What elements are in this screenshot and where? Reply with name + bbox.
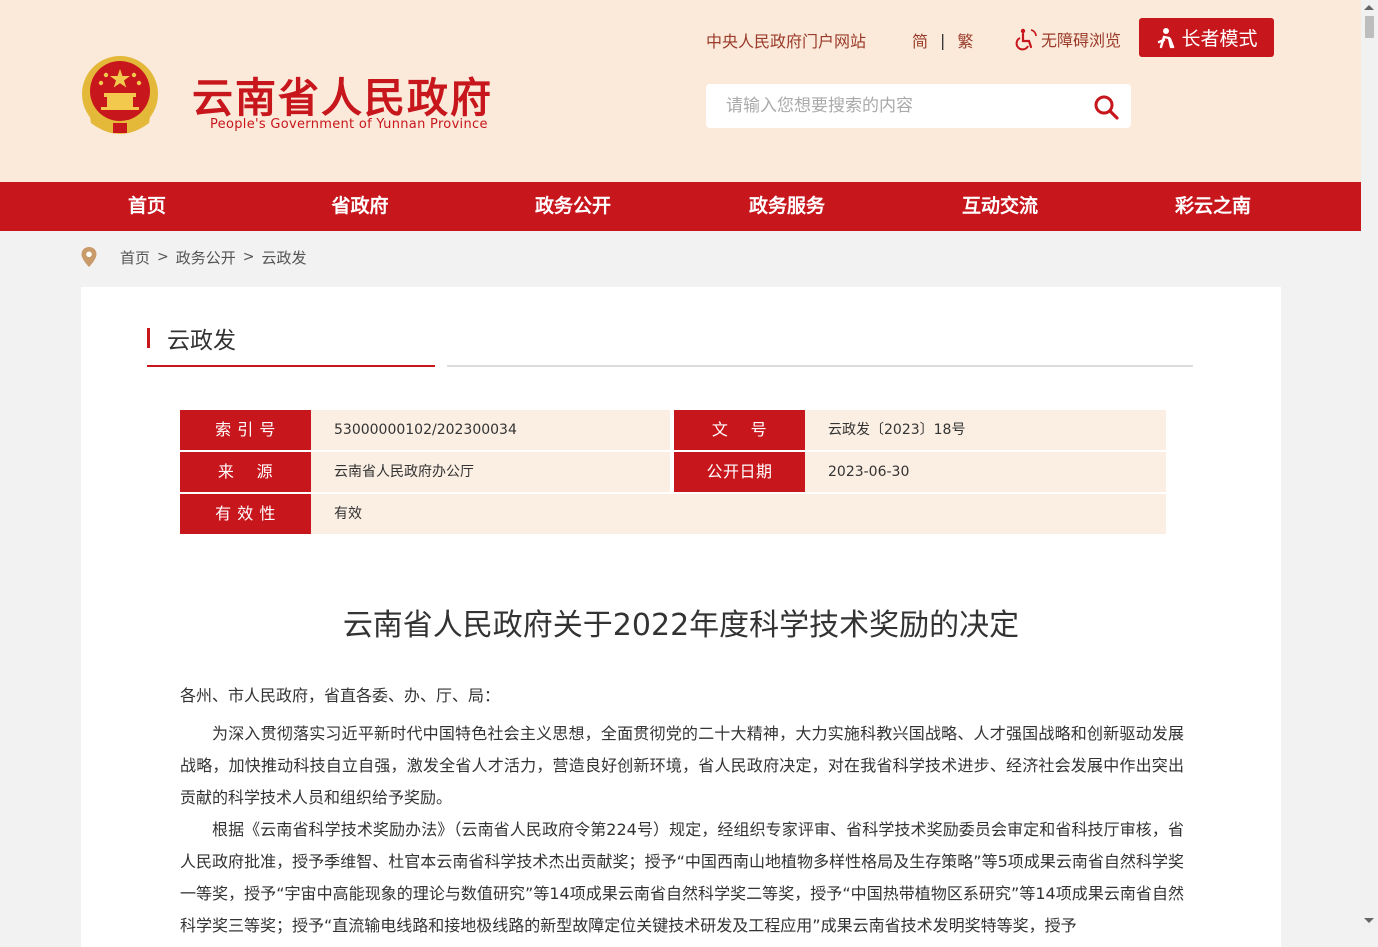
content-card: 云政发 索 引 号 53000000102/202300034 文 号 云政发〔… [81, 287, 1281, 947]
accessibility-label: 无障碍浏览 [1041, 31, 1122, 50]
meta-row: 索 引 号 53000000102/202300034 文 号 云政发〔2023… [180, 410, 1166, 450]
page-scrollbar[interactable] [1361, 0, 1378, 928]
publish-date-label: 公开日期 [674, 452, 805, 492]
meta-row: 来 源 云南省人民政府办公厅 公开日期 2023-06-30 [180, 452, 1166, 492]
site-header: 云南省人民政府 People's Government of Yunnan Pr… [0, 0, 1361, 182]
wheelchair-icon [1015, 28, 1037, 51]
breadcrumb-item-home[interactable]: 首页 [120, 247, 150, 268]
meta-row: 有 效 性 有效 [180, 494, 1166, 534]
publish-date-value: 2023-06-30 [805, 452, 1166, 492]
section-underline [447, 365, 1193, 367]
elder-mode-label: 长者模式 [1181, 28, 1258, 50]
breadcrumb-item-gov-affairs[interactable]: 政务公开 [176, 247, 236, 268]
lang-traditional-link[interactable]: 繁 [957, 28, 973, 52]
document-paragraph: 根据《云南省科学技术奖励办法》（云南省人民政府令第224号）规定，经组织专家评审… [180, 820, 1184, 935]
site-title[interactable]: 云南省人民政府 [192, 64, 493, 124]
site-subtitle: People's Government of Yunnan Province [210, 117, 488, 132]
search-box [706, 84, 1131, 128]
breadcrumb: 首页 > 政务公开 > 云政发 [80, 245, 307, 269]
nav-item-home[interactable]: 首页 [128, 182, 166, 231]
breadcrumb-item-current[interactable]: 云政发 [262, 247, 307, 268]
nav-item-provincial-gov[interactable]: 省政府 [331, 182, 388, 231]
section-header: 云政发 [147, 323, 236, 354]
validity-label: 有 效 性 [180, 494, 311, 534]
breadcrumb-separator: > [157, 249, 169, 265]
document-body: 各州、市人民政府，省直各委、办、厅、局： 为深入贯彻落实习近平新时代中国特色社会… [180, 680, 1184, 942]
scroll-down-arrow-icon[interactable] [1364, 918, 1374, 923]
index-number-label: 索 引 号 [180, 410, 311, 450]
section-title: 云政发 [167, 328, 236, 354]
scroll-up-arrow-icon[interactable] [1364, 5, 1374, 10]
doc-number-value: 云政发〔2023〕18号 [805, 410, 1166, 450]
elder-mode-button[interactable]: 长者模式 [1139, 18, 1274, 57]
top-links: 中央人民政府门户网站 简 | 繁 [706, 28, 973, 52]
index-number-value: 53000000102/202300034 [311, 410, 670, 450]
accessibility-link[interactable]: 无障碍浏览 [1014, 27, 1121, 51]
breadcrumb-separator: > [242, 249, 255, 265]
nav-item-gov-affairs-public[interactable]: 政务公开 [535, 182, 611, 231]
document-salutation: 各州、市人民政府，省直各委、办、厅、局： [180, 686, 501, 705]
document-title: 云南省人民政府关于2022年度科学技术奖励的决定 [342, 608, 1020, 643]
nav-item-interaction[interactable]: 互动交流 [962, 182, 1038, 231]
section-underline-active [147, 365, 435, 367]
main-nav: 首页 省政府 政务公开 政务服务 互动交流 彩云之南 [0, 182, 1361, 231]
national-emblem-icon [82, 56, 158, 134]
validity-value: 有效 [311, 494, 1166, 534]
nav-item-gov-services[interactable]: 政务服务 [749, 182, 825, 231]
document-paragraph: 为深入贯彻落实习近平新时代中国特色社会主义思想，全面贯彻党的二十大精神，大力实施… [180, 724, 1184, 807]
source-label: 来 源 [180, 452, 311, 492]
central-gov-link[interactable]: 中央人民政府门户网站 [706, 28, 866, 52]
search-input[interactable] [706, 84, 1096, 128]
scrollbar-thumb[interactable] [1365, 16, 1374, 38]
nav-item-colorful-yunnan[interactable]: 彩云之南 [1175, 182, 1251, 231]
elder-person-icon [1158, 27, 1175, 48]
location-pin-icon [81, 247, 97, 267]
search-icon[interactable] [1093, 94, 1119, 120]
section-marker [147, 328, 150, 348]
lang-separator: | [940, 30, 946, 50]
doc-number-label: 文 号 [674, 410, 805, 450]
source-value: 云南省人民政府办公厅 [311, 452, 670, 492]
lang-simplified-link[interactable]: 简 [912, 28, 928, 52]
